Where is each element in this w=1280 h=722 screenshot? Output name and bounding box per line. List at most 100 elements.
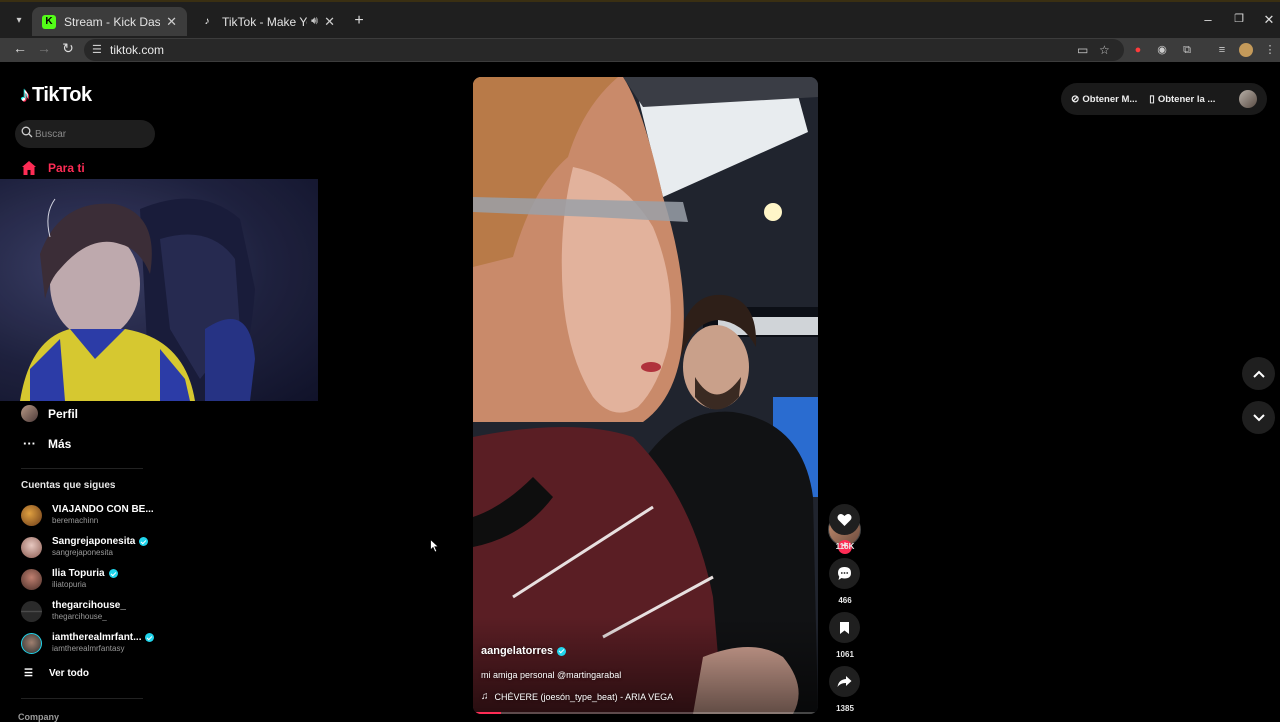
- account-name-row: Ilia Topuria: [52, 568, 118, 579]
- like-button[interactable]: [829, 504, 860, 535]
- nav-label: Para ti: [48, 161, 85, 175]
- author-username[interactable]: aangelatorres: [481, 645, 553, 657]
- account-name-row: Sangrejaponesita: [52, 536, 149, 547]
- next-video-button[interactable]: [1242, 401, 1275, 434]
- verified-badge-icon: [145, 633, 155, 642]
- kebab-menu-icon[interactable]: ⋮: [1263, 43, 1277, 57]
- comment-count: 466: [838, 596, 852, 605]
- share-button[interactable]: [829, 666, 860, 697]
- account-handle: iamtherealmrfantasy: [52, 644, 125, 653]
- home-icon: [22, 161, 36, 175]
- following-account[interactable]: VIAJANDO CON BE... beremachinn: [21, 503, 161, 527]
- nav-profile[interactable]: Perfil: [21, 405, 78, 422]
- search-icon: [21, 126, 33, 138]
- list-icon: ☰: [24, 668, 33, 679]
- back-arrow-icon[interactable]: ←: [10, 40, 30, 56]
- comment-button[interactable]: [829, 558, 860, 589]
- avatar: [21, 504, 42, 526]
- avatar: [21, 600, 42, 622]
- search-input[interactable]: [35, 125, 145, 143]
- chevron-down-icon: [1252, 413, 1265, 421]
- speaker-icon[interactable]: 🔊︎: [311, 15, 318, 28]
- following-account[interactable]: Ilia Topuria iliatopuria: [21, 567, 161, 591]
- following-account[interactable]: Sangrejaponesita sangrejaponesita: [21, 535, 161, 559]
- account-name: thegarcihouse_: [52, 600, 126, 611]
- mouse-cursor-icon: [430, 539, 440, 553]
- window-close-icon[interactable]: ✕: [1259, 12, 1279, 28]
- following-account[interactable]: iamtherealmrfant... iamtherealmrfantasy: [21, 631, 161, 655]
- see-all-label: Ver todo: [48, 668, 89, 679]
- get-coins-label: Obtener M...: [1082, 93, 1138, 105]
- cast-icon[interactable]: ▭: [1077, 43, 1088, 57]
- video-author[interactable]: aangelatorres: [481, 645, 567, 657]
- tab-close-icon[interactable]: ✕: [166, 14, 177, 30]
- video-description: mi amiga personal @martingarabal: [481, 670, 622, 680]
- address-bar[interactable]: ☰ tiktok.com ▭ ☆: [84, 39, 1124, 61]
- verified-badge-icon: [557, 646, 567, 656]
- profile-avatar-icon[interactable]: [1239, 43, 1253, 57]
- share-arrow-icon: [837, 676, 852, 687]
- account-handle: iliatopuria: [52, 580, 87, 589]
- music-title[interactable]: CHÉVERE (joesón_type_beat) - ARIA VEGA: [495, 692, 674, 702]
- chevron-up-icon: [1252, 370, 1265, 378]
- account-name: Sangrejaponesita: [52, 536, 136, 547]
- reload-icon[interactable]: ↻: [58, 40, 78, 57]
- video-player[interactable]: aangelatorres mi amiga personal @marting…: [473, 77, 818, 714]
- following-account[interactable]: thegarcihouse_ thegarcihouse_: [21, 599, 161, 623]
- account-handle: sangrejaponesita: [52, 548, 113, 557]
- nav-for-you[interactable]: Para ti: [21, 160, 85, 176]
- extensions-puzzle-icon[interactable]: ⧉: [1180, 43, 1194, 57]
- account-name: Ilia Topuria: [52, 568, 105, 579]
- avatar: [21, 536, 42, 558]
- nav-more[interactable]: ··· Más: [21, 435, 71, 452]
- media-controls-icon[interactable]: ≡: [1215, 43, 1229, 57]
- avatar: [21, 568, 42, 590]
- streamer-webcam-image: [0, 179, 318, 401]
- forward-arrow-icon[interactable]: →: [34, 40, 54, 56]
- tab-close-icon[interactable]: ✕: [324, 14, 335, 30]
- tab-kick-dashboard[interactable]: K Stream - Kick Dashboard ✕: [32, 7, 187, 36]
- browser-toolbar: ← → ↻ ☰ tiktok.com ▭ ☆ ● ◉ ⧉ ≡ ⋮: [0, 38, 1280, 62]
- browser-tab-strip: ▾ K Stream - Kick Dashboard ✕ ♪ TikTok -…: [0, 0, 1280, 38]
- user-avatar[interactable]: [1239, 90, 1257, 108]
- tiktok-note-icon: ♪: [20, 84, 30, 106]
- minimize-icon[interactable]: –: [1198, 12, 1218, 27]
- more-dots-icon: ···: [23, 436, 36, 451]
- account-name: VIAJANDO CON BE...: [52, 504, 154, 515]
- nav-label: Perfil: [48, 406, 79, 421]
- nav-label: Más: [48, 436, 72, 451]
- video-progress-fill: [473, 712, 501, 714]
- video-music[interactable]: ♫ CHÉVERE (joesón_type_beat) - ARIA VEGA: [481, 691, 673, 702]
- tab-title: Stream - Kick Dashboard: [64, 14, 161, 29]
- share-count: 1385: [836, 704, 854, 713]
- tab-tiktok[interactable]: ♪ TikTok - Make Your Day 🔊︎ ✕: [190, 7, 345, 36]
- profile-avatar-icon: [21, 405, 38, 422]
- bookmark-star-icon[interactable]: ☆: [1099, 43, 1110, 57]
- webcam-overlay: [0, 179, 318, 401]
- divider: [21, 698, 143, 699]
- coin-icon: ⊘: [1071, 93, 1080, 105]
- search-bar[interactable]: [15, 120, 155, 148]
- account-handle: thegarcihouse_: [52, 612, 107, 621]
- extension-cookie-icon[interactable]: ◉: [1155, 43, 1169, 57]
- heart-icon: [837, 513, 852, 526]
- video-progress-bar[interactable]: [473, 712, 818, 714]
- following-section-title: Cuentas que sigues: [21, 480, 116, 491]
- see-all-following-button[interactable]: ☰ Ver todo: [24, 668, 89, 679]
- extension-record-icon[interactable]: ●: [1131, 43, 1145, 57]
- verified-badge-icon: [139, 537, 149, 546]
- get-coins-button[interactable]: ⊘ Obtener M...: [1071, 94, 1137, 105]
- new-tab-plus-icon[interactable]: +: [350, 13, 368, 31]
- footer-company-heading: Company: [18, 712, 60, 722]
- bookmark-icon: [840, 621, 849, 634]
- divider: [21, 468, 143, 469]
- video-frame-image: [473, 77, 818, 714]
- previous-video-button[interactable]: [1242, 357, 1275, 390]
- tab-search-chevron-icon[interactable]: ▾: [10, 12, 28, 30]
- save-button[interactable]: [829, 612, 860, 643]
- url-text[interactable]: tiktok.com: [110, 43, 164, 57]
- tiktok-logo[interactable]: ♪ TikTok: [20, 84, 92, 107]
- site-info-icon[interactable]: ☰: [92, 43, 102, 56]
- get-app-button[interactable]: ▯ Obtener la ...: [1149, 94, 1215, 105]
- restore-icon[interactable]: ❐: [1229, 12, 1249, 25]
